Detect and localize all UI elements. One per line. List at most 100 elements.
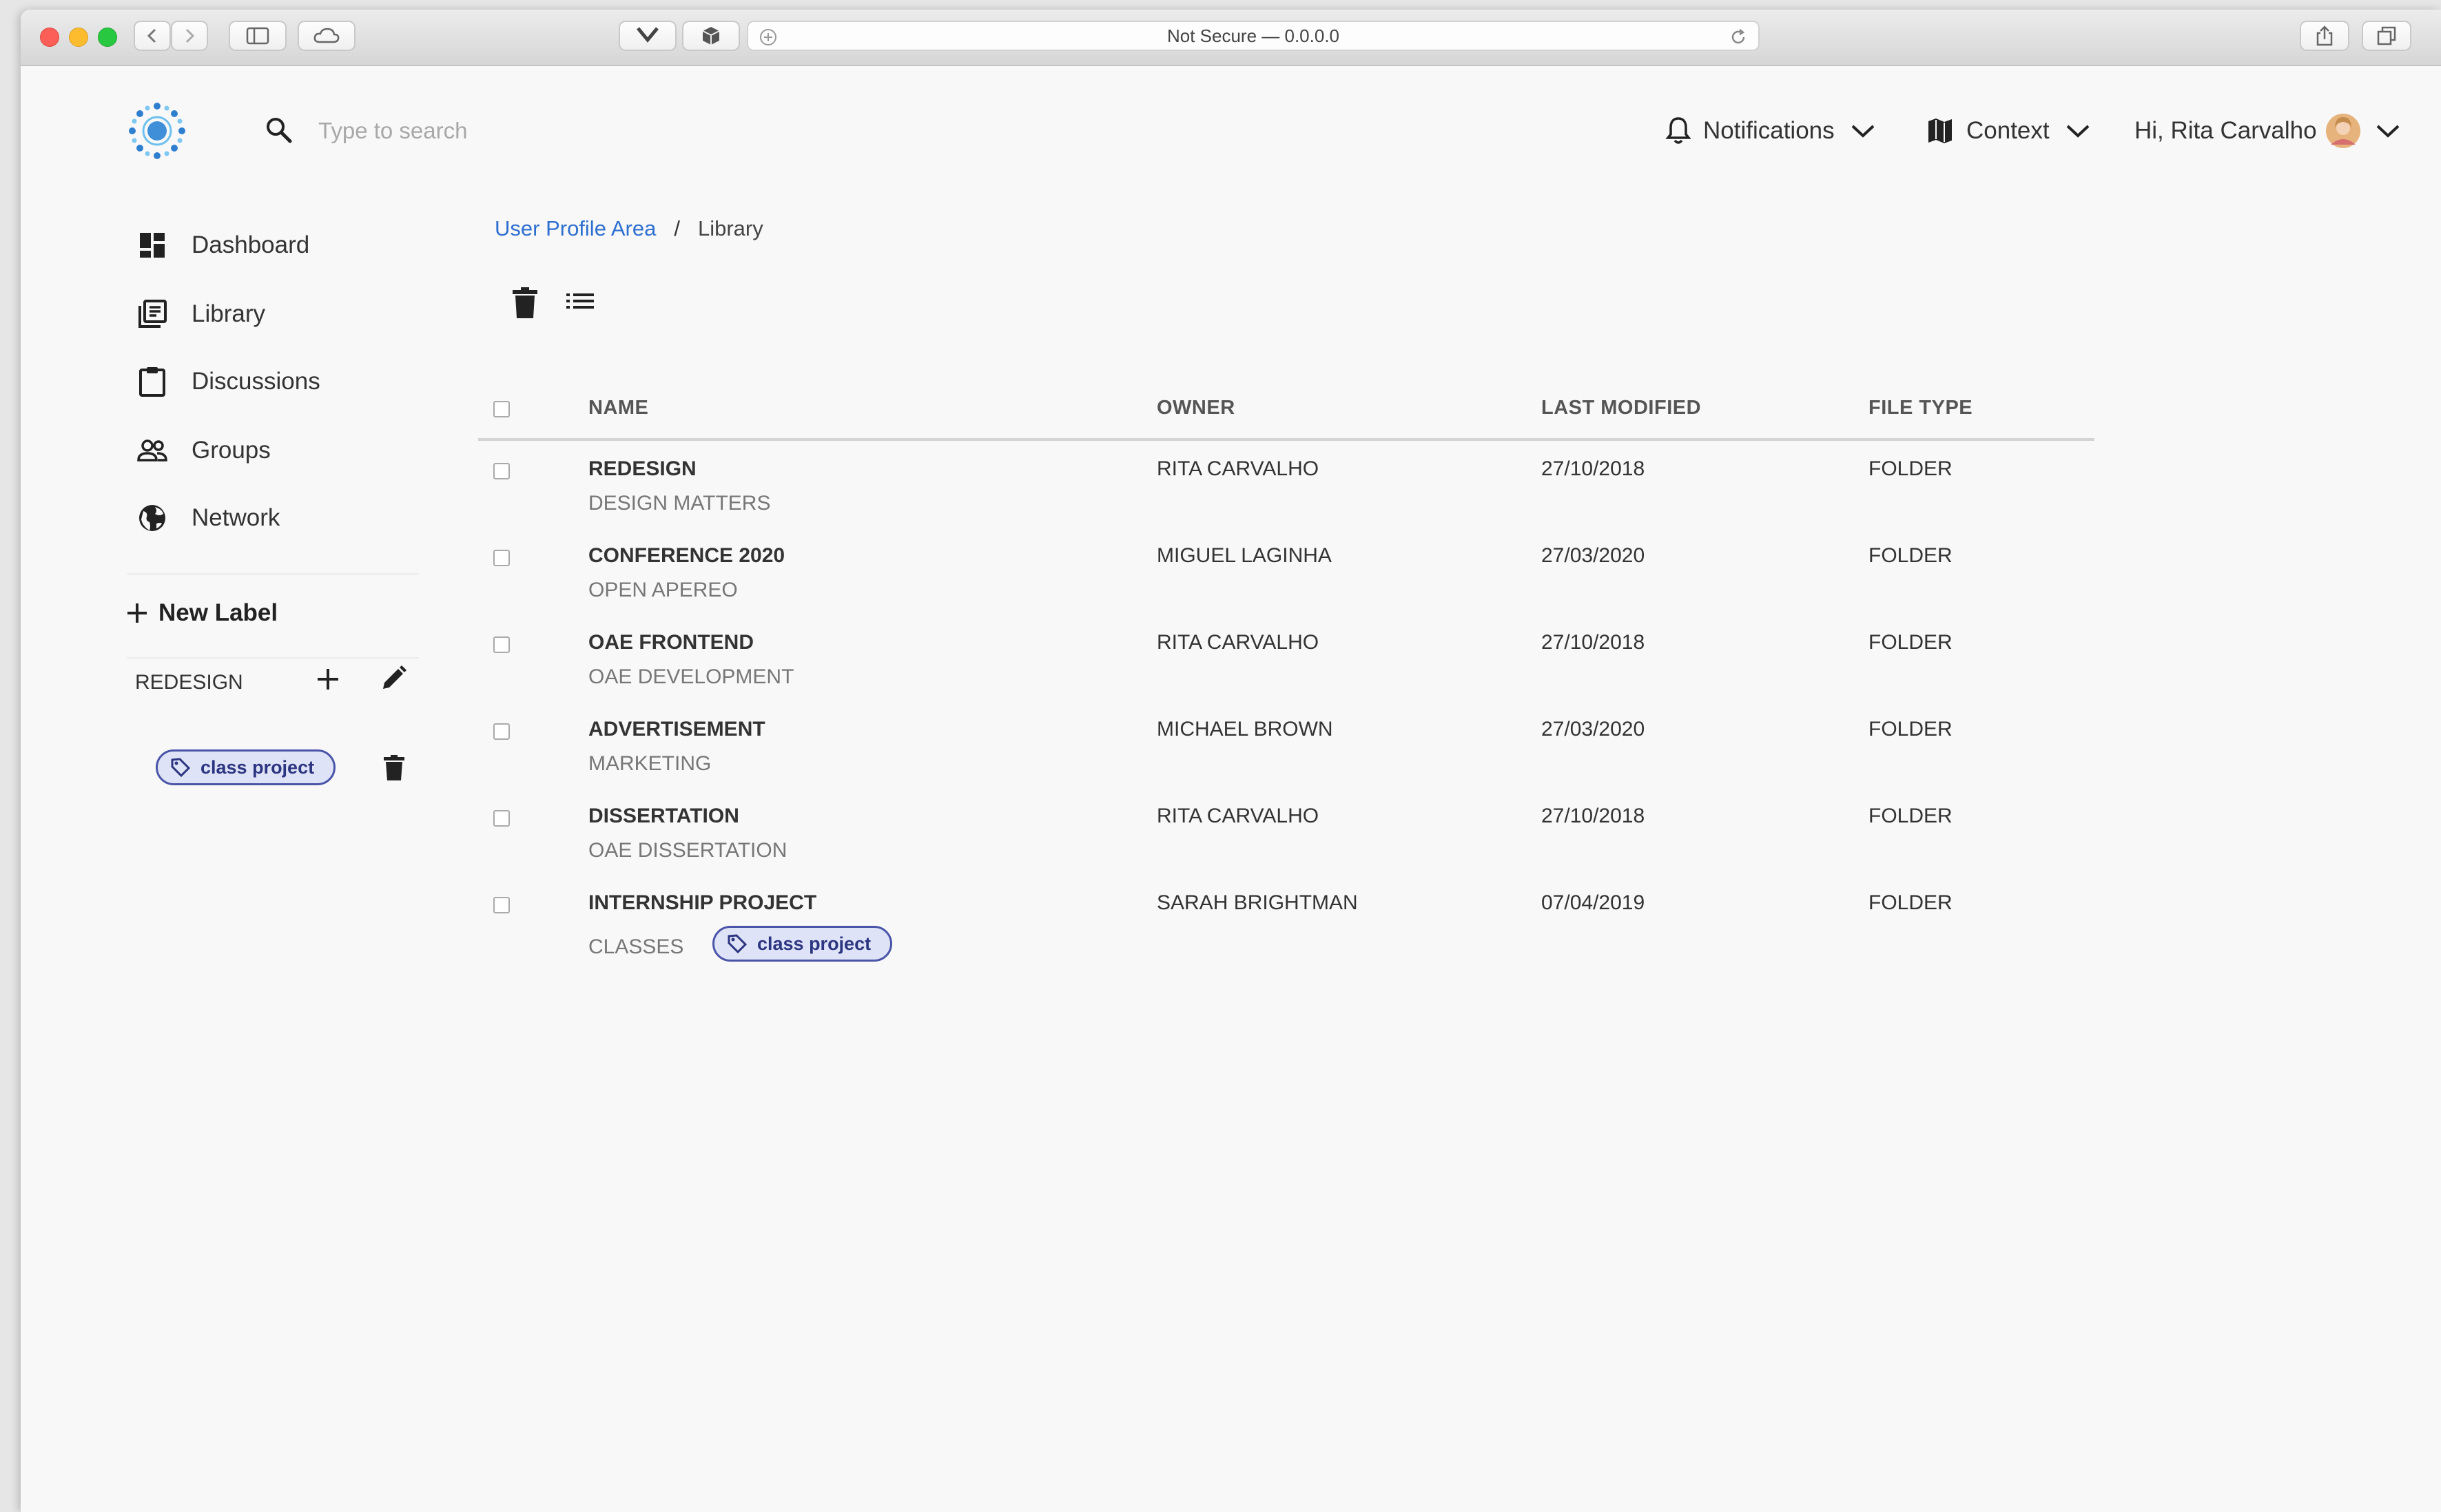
row-checkbox[interactable] (493, 550, 510, 566)
app-content: Notifications Context Hi, Rita Carvalho (21, 66, 2441, 1512)
delete-icon[interactable] (511, 287, 539, 320)
browser-window: Not Secure — 0.0.0.0 Type to search Noti… (21, 10, 2441, 1512)
globe-icon (136, 502, 168, 534)
sidebar-item-dashboard[interactable]: Dashboard (136, 225, 309, 266)
search-input[interactable] (317, 114, 733, 147)
extension-button[interactable] (682, 21, 740, 51)
zoom-window-button[interactable] (98, 28, 117, 47)
library-icon (136, 298, 168, 330)
row-file-type: FOLDER (1868, 631, 1953, 654)
edit-label-icon[interactable] (379, 664, 408, 693)
chevron-down-icon (2376, 125, 2399, 138)
address-bar[interactable]: Not Secure — 0.0.0.0 (747, 21, 1760, 51)
sidebar-toggle-button[interactable] (229, 21, 287, 51)
row-file-type: FOLDER (1868, 891, 1953, 914)
row-name[interactable]: INTERNSHIP PROJECT (588, 891, 816, 915)
back-button[interactable] (134, 21, 171, 51)
row-checkbox[interactable] (493, 810, 510, 827)
row-name[interactable]: CONFERENCE 2020 (588, 544, 785, 568)
table-row[interactable]: INTERNSHIP PROJECT CLASSES class project… (478, 875, 2094, 962)
notifications-menu[interactable]: Notifications (1665, 110, 1876, 152)
url-text: Not Secure — 0.0.0.0 (1166, 25, 1340, 46)
new-label-text: New Label (158, 599, 278, 626)
sidebar-item-label: Network (192, 504, 280, 531)
sidebar-item-groups[interactable]: Groups (136, 430, 271, 471)
breadcrumb-separator: / (674, 216, 680, 240)
tag-icon (728, 934, 748, 954)
column-header-last-modified[interactable]: LAST MODIFIED (1541, 397, 1701, 420)
bell-icon (1665, 117, 1691, 144)
row-subtitle: DESIGN MATTERS (588, 492, 771, 515)
minimize-window-button[interactable] (69, 28, 88, 47)
table-row[interactable]: REDESIGN DESIGN MATTERS RITA CARVALHO 27… (478, 441, 2094, 528)
library-table: NAME OWNER LAST MODIFIED FILE TYPE REDES… (478, 369, 2094, 962)
column-header-file-type[interactable]: FILE TYPE (1868, 397, 1973, 420)
row-last-modified: 27/03/2020 (1541, 718, 1645, 741)
row-checkbox[interactable] (493, 463, 510, 479)
row-checkbox[interactable] (493, 636, 510, 653)
row-name[interactable]: OAE FRONTEND (588, 631, 754, 654)
row-last-modified: 27/03/2020 (1541, 544, 1645, 567)
row-subtitle: OPEN APEREO (588, 579, 738, 601)
pocket-extension-button[interactable] (619, 21, 677, 51)
row-checkbox[interactable] (493, 723, 510, 740)
add-tab-icon (760, 29, 776, 45)
sidebar-item-label: Dashboard (192, 231, 310, 258)
label-tag[interactable]: class project (156, 749, 336, 785)
row-subtitle: CLASSES (588, 935, 684, 958)
reload-icon[interactable] (1728, 27, 1749, 48)
row-checkbox[interactable] (493, 897, 510, 913)
forward-button[interactable] (171, 21, 208, 51)
icloud-tabs-button[interactable] (298, 21, 356, 51)
table-header: NAME OWNER LAST MODIFIED FILE TYPE (478, 369, 2094, 441)
label-tag-text: class project (200, 756, 315, 778)
search-icon[interactable] (265, 116, 293, 145)
dashboard-icon (136, 229, 168, 261)
table-row[interactable]: OAE FRONTEND OAE DEVELOPMENT RITA CARVAL… (478, 614, 2094, 701)
row-name[interactable]: REDESIGN (588, 457, 697, 481)
sidebar-item-label: Library (192, 300, 265, 327)
row-file-type: FOLDER (1868, 718, 1953, 741)
cloud-icon (313, 28, 340, 43)
groups-icon (136, 435, 168, 466)
user-menu[interactable]: Hi, Rita Carvalho (2134, 110, 2401, 152)
sidebar-item-label: Groups (192, 437, 271, 464)
table-row[interactable]: ADVERTISEMENT MARKETING MICHAEL BROWN 27… (478, 701, 2094, 788)
list-view-icon[interactable] (565, 291, 595, 315)
breadcrumb-current: Library (697, 216, 763, 240)
column-header-name[interactable]: NAME (588, 397, 648, 420)
table-row[interactable]: DISSERTATION OAE DISSERTATION RITA CARVA… (478, 788, 2094, 875)
chevron-down-icon (2066, 125, 2089, 138)
row-file-type: FOLDER (1868, 805, 1953, 827)
breadcrumb-link-user-profile[interactable]: User Profile Area (495, 216, 656, 241)
row-name[interactable]: DISSERTATION (588, 805, 739, 828)
chevron-right-icon (185, 28, 195, 43)
pocket-icon (637, 27, 659, 43)
sidebar-divider (127, 573, 419, 574)
column-header-owner[interactable]: OWNER (1157, 397, 1235, 420)
row-owner: MICHAEL BROWN (1157, 718, 1333, 741)
row-name[interactable]: ADVERTISEMENT (588, 718, 765, 741)
clipboard-icon (136, 366, 168, 397)
sidebar-divider (127, 657, 419, 659)
table-row[interactable]: CONFERENCE 2020 OPEN APEREO MIGUEL LAGIN… (478, 528, 2094, 614)
new-label-button[interactable]: New Label (125, 592, 278, 634)
row-owner: RITA CARVALHO (1157, 805, 1319, 827)
sidebar-item-library[interactable]: Library (136, 293, 265, 335)
app-logo-icon[interactable] (127, 101, 187, 161)
delete-label-icon[interactable] (383, 755, 405, 781)
row-last-modified: 07/04/2019 (1541, 891, 1645, 914)
sidebar-item-network[interactable]: Network (136, 497, 280, 539)
select-all-checkbox[interactable] (493, 401, 510, 417)
close-window-button[interactable] (40, 28, 59, 47)
tab-overview-button[interactable] (2362, 21, 2411, 51)
sidebar-item-discussions[interactable]: Discussions (136, 361, 320, 402)
chevron-down-icon (1851, 125, 1875, 138)
add-label-icon[interactable] (316, 667, 340, 692)
context-menu[interactable]: Context (1926, 110, 2091, 152)
row-owner: RITA CARVALHO (1157, 457, 1319, 480)
context-label: Context (1966, 117, 2050, 144)
share-button[interactable] (2300, 21, 2349, 51)
label-group-name: REDESIGN (135, 671, 243, 694)
row-label-tag[interactable]: class project (712, 926, 893, 962)
